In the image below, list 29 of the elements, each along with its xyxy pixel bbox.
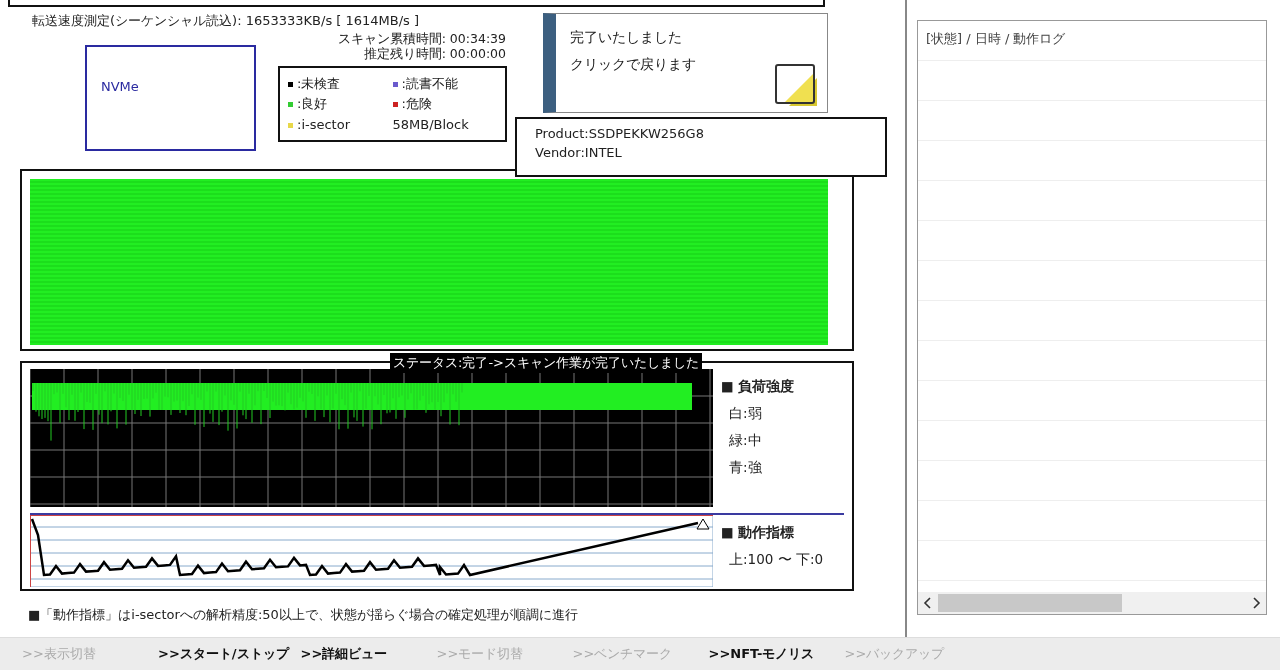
chart-legend-label: 緑:中 bbox=[728, 431, 763, 450]
legend-label: :良好 bbox=[297, 96, 328, 112]
time-reading: 推定残り時間: 00:00:00 bbox=[362, 46, 506, 62]
notification-text: 完了いたしました bbox=[570, 28, 683, 47]
toolbar-button[interactable]: >>NFT-モノリス bbox=[708, 644, 845, 664]
block-size-text: 58MB/Block bbox=[392, 115, 470, 134]
chart-legend-label: 白:弱 bbox=[728, 404, 763, 423]
status-text: ステータス:完了->スキャン作業が完了いたしました bbox=[390, 353, 702, 373]
chart-legend-label: 青:強 bbox=[728, 458, 763, 477]
device-info-text: Vendor:INTEL bbox=[535, 143, 623, 162]
speed-text: 転送速度測定(シーケンシャル読込): 1653333KB/s [ 1614MB/s ] bbox=[32, 12, 421, 30]
legend-label: :読書不能 bbox=[401, 75, 458, 91]
notification-text: クリックで戻ります bbox=[570, 54, 697, 74]
footnote-text: ■「動作指標」はi-sectorへの解析精度:50以上で、状態が揺らぐ場合の確定処理が順調に進行 bbox=[28, 606, 579, 624]
toolbar-button[interactable]: >>詳細ビュー bbox=[300, 644, 437, 664]
device-info-text: Product:SSDPEKKW256G8 bbox=[535, 125, 705, 143]
scrollbar[interactable] bbox=[918, 592, 1266, 614]
time-reading: スキャン累積時間: 00:34:39 bbox=[336, 30, 506, 47]
chart-range-text: 上:100 〜 下:0 bbox=[728, 550, 824, 569]
legend-label: :未検査 bbox=[297, 75, 341, 91]
chart-legend-title: ■ 動作指標 bbox=[721, 523, 796, 542]
note-icon bbox=[775, 64, 819, 108]
chart-legend-title: ■ 負荷強度 bbox=[721, 377, 795, 396]
device-type-label: NVMe bbox=[85, 44, 256, 151]
log-header: [状態] / 日時 / 動作ログ bbox=[918, 21, 1266, 61]
scroll-thumb[interactable] bbox=[938, 594, 1122, 612]
toolbar-button[interactable]: >>スタート/ストップ bbox=[158, 644, 301, 664]
legend-label: :i-sector bbox=[297, 116, 350, 132]
legend-label: :危険 bbox=[401, 96, 432, 112]
